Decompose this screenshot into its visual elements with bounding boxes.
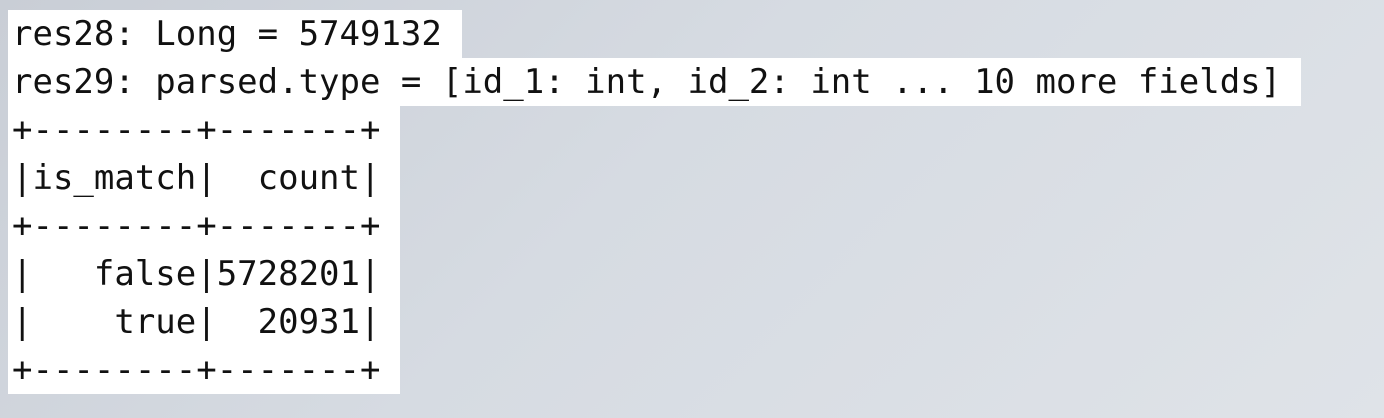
table-border-bottom: +--------+-------+ (8, 346, 401, 394)
table-row-false: | false|5728201| (8, 250, 401, 298)
result-line-res28: res28: Long = 5749132 (8, 10, 462, 58)
table-row-true: | true| 20931| (8, 298, 401, 346)
table-header-separator: +--------+-------+ (8, 202, 401, 250)
result-line-res29: res29: parsed.type = [id_1: int, id_2: i… (8, 58, 1302, 106)
table-header-row: |is_match| count| (8, 154, 401, 202)
console-output: res28: Long = 5749132 res29: parsed.type… (8, 10, 1302, 394)
table-border-top: +--------+-------+ (8, 106, 401, 154)
